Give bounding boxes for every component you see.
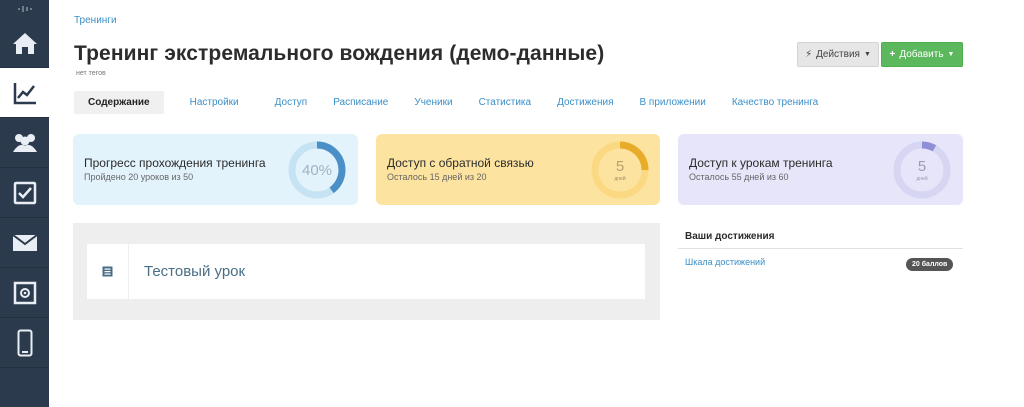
tab-settings[interactable]: Настройки	[178, 91, 251, 114]
lesson-title[interactable]: Тестовый урок	[144, 263, 245, 280]
sidebar-item-messages[interactable]	[0, 218, 49, 268]
card-title: Доступ с обратной связью	[387, 156, 534, 170]
progress-card: Прогресс прохождения тренинга Пройдено 2…	[73, 134, 358, 205]
ring-value: 5	[615, 157, 625, 175]
add-button-label: Добавить	[899, 49, 944, 60]
card-title: Прогресс прохождения тренинга	[84, 156, 266, 170]
tab-content[interactable]: Содержание	[74, 91, 164, 114]
tab-quality[interactable]: Качество тренинга	[720, 91, 830, 114]
ring-unit: дней	[916, 175, 928, 182]
sidebar-item-home[interactable]	[0, 18, 49, 68]
tab-statistics[interactable]: Статистика	[467, 91, 544, 114]
tabs-bar: Содержание Настройки Доступ Расписание У…	[74, 91, 830, 114]
lessons-access-card: Доступ к урокам тренинга Осталось 55 дне…	[678, 134, 963, 205]
sidebar-item-tasks[interactable]	[0, 168, 49, 218]
lessons-panel: Тестовый урок	[73, 223, 660, 320]
divider	[678, 248, 963, 249]
actions-button[interactable]: ⚡ Действия ▼	[797, 42, 879, 67]
checkbox-icon	[13, 181, 36, 204]
card-subtitle: Осталось 15 дней из 20	[387, 172, 487, 182]
sidebar	[0, 0, 49, 407]
progress-ring: 40%	[287, 140, 347, 200]
card-subtitle: Пройдено 20 уроков из 50	[84, 172, 194, 182]
tab-access[interactable]: Доступ	[263, 91, 320, 114]
mail-icon	[11, 233, 38, 251]
document-icon	[102, 266, 113, 277]
chart-icon	[13, 82, 36, 104]
achievements-heading: Ваши достижения	[685, 231, 775, 242]
sidebar-item-users[interactable]	[0, 118, 49, 168]
tab-schedule[interactable]: Расписание	[321, 91, 400, 114]
achievement-link[interactable]: Шкала достижений	[685, 257, 765, 267]
sidebar-item-mobile[interactable]	[0, 318, 49, 368]
caret-down-icon: ▼	[947, 51, 955, 58]
mobile-icon	[17, 329, 32, 356]
card-subtitle: Осталось 55 дней из 60	[689, 172, 789, 182]
list-item[interactable]: Тестовый урок	[87, 244, 645, 299]
points-badge: 20 баллов	[906, 258, 954, 271]
caret-down-icon: ▼	[863, 51, 871, 58]
sidebar-item-safe[interactable]	[0, 268, 49, 318]
safe-icon	[13, 281, 36, 304]
days-ring: 5 дней	[892, 140, 952, 200]
tags-label: нет тегов	[76, 70, 106, 77]
actions-button-label: Действия	[816, 49, 860, 60]
breadcrumb[interactable]: Тренинги	[74, 15, 117, 26]
ring-unit: дней	[614, 175, 626, 182]
add-button[interactable]: + Добавить ▼	[881, 42, 963, 67]
tab-students[interactable]: Ученики	[402, 91, 464, 114]
lightning-icon: ⚡	[805, 49, 813, 60]
plus-icon: +	[889, 49, 896, 60]
page-title: Тренинг экстремального вождения (демо-да…	[74, 42, 605, 65]
ring-value: 5	[917, 157, 927, 175]
ring-value: 40%	[301, 161, 333, 179]
card-title: Доступ к урокам тренинга	[689, 156, 833, 170]
users-icon	[12, 133, 37, 152]
main-content: Тренинги Тренинг экстремального вождения…	[49, 0, 1024, 407]
sidebar-item-trainings[interactable]	[0, 68, 49, 118]
home-icon	[12, 32, 37, 54]
feedback-access-card: Доступ с обратной связью Осталось 15 дне…	[376, 134, 660, 205]
sidebar-collapse-icon[interactable]	[0, 0, 49, 18]
tab-in-app[interactable]: В приложении	[627, 91, 717, 114]
tab-achievements[interactable]: Достижения	[545, 91, 625, 114]
days-ring: 5 дней	[590, 140, 650, 200]
